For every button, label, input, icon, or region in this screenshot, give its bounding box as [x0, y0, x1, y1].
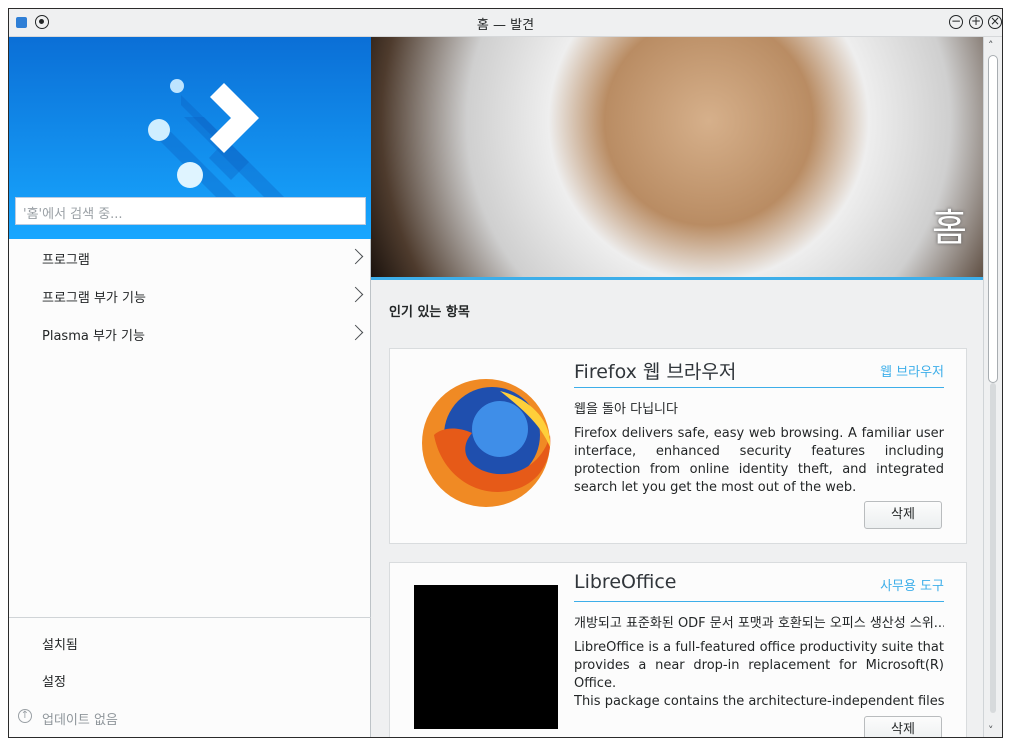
sidebar-hero: '홈'에서 검색 중...	[9, 37, 371, 239]
card-divider	[574, 601, 944, 602]
firefox-icon	[422, 379, 551, 507]
main-content: 홈 인기 있는 항목 Firefox 웹 브라우저 웹 브라우저 웹을 돌아 다…	[371, 37, 985, 737]
app-category-link[interactable]: 웹 브라우저	[880, 361, 944, 380]
minimize-icon[interactable]: −	[949, 15, 963, 29]
app-card-firefox[interactable]: Firefox 웹 브라우저 웹 브라우저 웹을 돌아 다닙니다 Firefox…	[389, 348, 967, 544]
chevron-right-icon	[347, 324, 364, 341]
banner-title: 홈	[932, 206, 967, 250]
app-category-link[interactable]: 사무용 도구	[880, 575, 944, 594]
app-description: Firefox delivers safe, easy web browsing…	[574, 426, 944, 495]
libreoffice-icon	[414, 585, 558, 729]
sidebar-item-program-addons[interactable]: 프로그램 부가 기능	[9, 279, 371, 313]
close-icon[interactable]: ×	[988, 15, 1002, 29]
remove-button[interactable]: 삭제	[864, 501, 942, 529]
remove-button[interactable]: 삭제	[864, 716, 942, 737]
banner-accent-line	[371, 277, 985, 280]
app-name[interactable]: LibreOffice	[574, 571, 676, 593]
scroll-up-icon[interactable]: ˄	[988, 39, 994, 52]
sidebar-item-label: 프로그램	[42, 253, 90, 268]
scroll-track[interactable]	[990, 383, 996, 713]
scroll-down-icon[interactable]: ˅	[988, 724, 994, 737]
sidebar-item-programs[interactable]: 프로그램	[9, 241, 371, 275]
maximize-icon[interactable]: +	[969, 15, 983, 29]
home-banner-image: 홈	[371, 37, 985, 277]
section-title: 인기 있는 항목	[389, 305, 470, 320]
search-input[interactable]: '홈'에서 검색 중...	[15, 197, 366, 225]
sidebar-divider	[9, 617, 371, 618]
window-title: 홈 — 발견	[476, 18, 535, 33]
app-window: 홈 — 발견 − + × '홈'에서 검색 중... 프로그램 프로그램 부가 …	[8, 8, 1003, 738]
sidebar-item-plasma-addons[interactable]: Plasma 부가 기능	[9, 317, 371, 351]
settings-link[interactable]: 설정	[42, 671, 66, 690]
app-description: LibreOffice is a full-featured office pr…	[574, 640, 944, 691]
vertical-scrollbar[interactable]: ˄ ˅	[983, 37, 1002, 737]
updates-link[interactable]: 업데이트 없음	[42, 709, 118, 728]
sidebar-item-label: Plasma 부가 기능	[42, 329, 145, 344]
titlebar: 홈 — 발견 − + ×	[9, 9, 1002, 37]
app-name[interactable]: Firefox 웹 브라우저	[574, 357, 736, 384]
installed-link[interactable]: 설치됨	[42, 634, 78, 653]
scroll-thumb[interactable]	[988, 55, 998, 383]
sidebar-item-label: 프로그램 부가 기능	[42, 291, 146, 306]
app-description-extra: This package contains the architecture-i…	[574, 694, 944, 709]
app-card-libreoffice[interactable]: LibreOffice 사무용 도구 개방되고 표준화된 ODF 문서 포맷과 …	[389, 562, 967, 737]
chevron-right-icon	[347, 286, 364, 303]
chevron-right-icon	[347, 248, 364, 265]
sidebar: '홈'에서 검색 중... 프로그램 프로그램 부가 기능 Plasma 부가 …	[9, 37, 371, 737]
update-icon: ↑	[18, 709, 32, 723]
app-summary: 웹을 돌아 다닙니다	[574, 402, 678, 417]
card-divider	[574, 387, 944, 388]
app-summary: 개방되고 표준화된 ODF 문서 포맷과 호환되는 오피스 생산성 스위...	[574, 616, 944, 631]
